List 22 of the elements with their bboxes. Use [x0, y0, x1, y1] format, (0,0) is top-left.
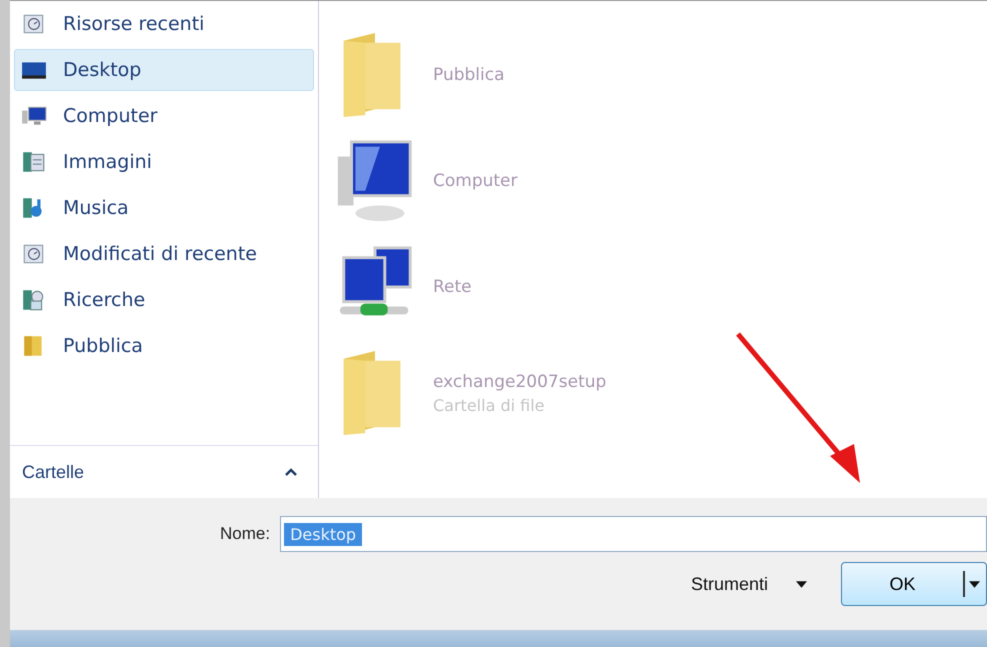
ok-button[interactable]: OK [841, 562, 987, 606]
sidebar-item[interactable]: Modificati di recente [14, 233, 314, 275]
chevron-icon [284, 467, 298, 477]
caret-icon [796, 580, 807, 588]
computer-icon [21, 105, 47, 127]
sidebar-item[interactable]: Immagini [14, 141, 314, 183]
name-label: Nome: [220, 524, 270, 544]
sidebar-item[interactable]: Musica [14, 187, 314, 229]
file-name: Rete [433, 277, 472, 297]
library-icon [21, 151, 47, 173]
file-name: Computer [433, 171, 518, 191]
tools-menu-button[interactable]: Strumenti [686, 570, 811, 598]
file-name: Pubblica [433, 65, 505, 85]
file-type: Cartella di file [433, 396, 546, 414]
sidebar-item[interactable]: Pubblica [14, 325, 314, 367]
folders-toggle[interactable]: Cartelle [10, 445, 318, 498]
file-name: exchange2007setup [433, 372, 606, 392]
sidebar-item[interactable]: Ricerche [14, 279, 314, 321]
caret-icon [969, 580, 980, 588]
sidebar-item[interactable]: Computer [14, 95, 314, 137]
sidebar-item[interactable]: Desktop [14, 49, 314, 91]
sidebar-item[interactable]: Risorse recenti [14, 3, 314, 45]
